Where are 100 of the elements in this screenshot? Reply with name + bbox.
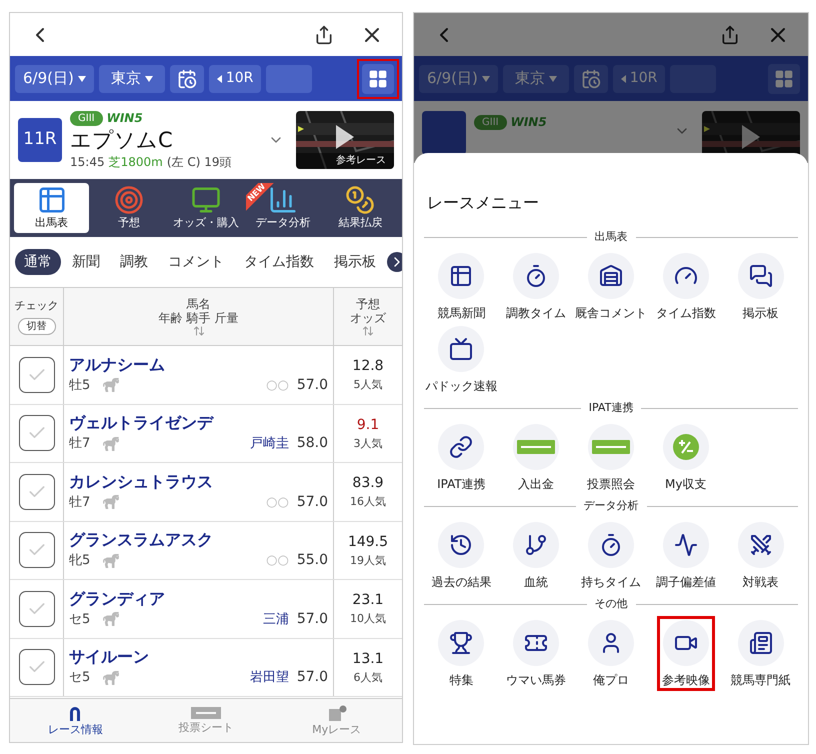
checkbox[interactable] [18,415,54,452]
sub-tab[interactable]: コメント [159,249,233,275]
bottom-nav-item[interactable]: レース情報 [10,699,141,742]
checkbox[interactable] [18,474,54,510]
popularity: 19人気 [350,552,386,568]
race-details: (左 C) 19頭 [166,154,232,171]
weight: 55.0 [296,551,328,570]
swords-icon [748,533,773,557]
menu-item[interactable]: パドック速報 [421,323,502,396]
checkbox[interactable] [18,590,54,627]
race-menu-button[interactable] [768,64,800,94]
odds: 13.1 [352,650,384,668]
horseshoe-icon [68,704,82,720]
sub-tab[interactable]: 通常 [15,249,61,275]
horse-name[interactable]: グランスラムアスク [69,529,328,550]
column-header: 馬名 [186,296,210,310]
sort-icon[interactable] [362,324,374,336]
caret-icon [548,76,557,82]
sub-tab[interactable]: タイム指数 [235,249,323,275]
video-caption: 参考レース [296,153,394,169]
menu-item[interactable]: 過去の結果 [427,519,496,592]
weight: 57.0 [296,610,328,629]
horse-icon [102,378,120,392]
monitor-icon [190,185,222,215]
horse-name[interactable]: ヴェルトライゼンデ [69,412,328,434]
menu-item[interactable]: 厩舎コメント [571,250,651,323]
popularity: 3人気 [354,436,382,452]
calendar-button[interactable] [574,64,608,92]
sex-age: セ5 [69,610,90,628]
pulse-line-icon [674,533,698,557]
main-tab[interactable]: オッズ・購入 [168,183,244,233]
odds: 149.5 [348,532,388,552]
checkbox[interactable] [18,356,54,393]
win5-logo: WIN5 [106,110,143,127]
caret-icon [78,76,86,82]
sex-age: 牡7 [69,494,90,512]
calendar-button[interactable] [170,64,204,92]
section-heading: IPAT連携 [588,400,634,416]
column-header: チェック [14,298,58,314]
grid-icon [774,68,794,88]
sex-age: 牡5 [69,376,90,394]
grid-icon [368,68,388,88]
toggle-button[interactable]: 切替 [18,318,56,336]
main-tab[interactable]: 結果払戻 [322,183,398,233]
jockey-name[interactable]: 三浦 [262,610,289,629]
popularity: 10人気 [350,611,386,627]
post-time: 15:45 [70,154,105,171]
share-icon[interactable] [314,24,334,44]
horse-name[interactable]: カレンシュトラウス [69,470,328,492]
menu-item[interactable]: 調子偏差値 [652,519,720,592]
horse-icon [102,670,120,685]
branch-icon [524,533,548,557]
sub-tab[interactable]: 掲示板 [325,249,385,275]
horse-name[interactable]: サイルーン [69,646,328,668]
sub-tab[interactable]: 調教 [111,249,157,275]
weight: 57.0 [296,668,328,688]
left-triangle-icon [620,74,626,82]
jockey-name[interactable]: 戸崎圭 [250,434,289,454]
sex-age: 牝5 [69,552,90,570]
odds: 23.1 [352,591,384,610]
jockey-name: ○○ [266,552,289,570]
section-heading: 出馬表 [594,228,628,245]
menu-item[interactable]: 調教タイム [502,250,570,323]
history-icon [449,533,474,557]
main-tab[interactable]: 予想 [91,183,166,233]
calendar-icon [580,68,601,88]
jockey-name: ○○ [266,376,289,394]
table-icon [449,264,474,288]
chat-bubbles-icon [748,264,773,288]
main-tab[interactable]: 出馬表 [14,183,90,233]
previous-race-button[interactable]: 10R [208,64,262,92]
horse-name[interactable]: アルナシーム [69,354,328,375]
horse-icon [102,436,120,451]
date-dropdown[interactable]: 6/9(日) [15,64,94,92]
coins-icon [344,185,376,215]
my-race-icon [326,704,347,720]
venue-dropdown[interactable]: 東京 [98,64,165,92]
sort-icon[interactable] [192,324,204,336]
horse-icon [102,612,120,626]
plus-minus-icon [672,434,699,460]
menu-item[interactable]: タイム指数 [652,250,720,323]
menu-item[interactable]: 競馬専門紙 [726,617,795,690]
checkbox[interactable] [18,532,54,568]
section-heading: その他 [594,596,628,612]
screen-icon [449,337,474,361]
grade-badge: GIII [474,114,507,130]
jockey-name: ○○ [266,494,289,512]
jockey-name[interactable]: 岩田望 [250,668,289,688]
popularity: 6人気 [354,670,382,686]
caret-icon [144,76,153,82]
link-icon [449,435,474,459]
menu-item[interactable]: ウマい馬券 [502,617,570,690]
sub-tab[interactable]: 新聞 [63,249,109,275]
trophy-icon [449,631,474,655]
barn-icon [599,264,623,288]
left-triangle-icon [216,74,222,82]
horse-name[interactable]: グランディア [69,588,328,609]
menu-item[interactable]: 持ちタイム [576,519,645,592]
win5-logo: WIN5 [510,114,547,131]
checkbox[interactable] [18,649,54,686]
